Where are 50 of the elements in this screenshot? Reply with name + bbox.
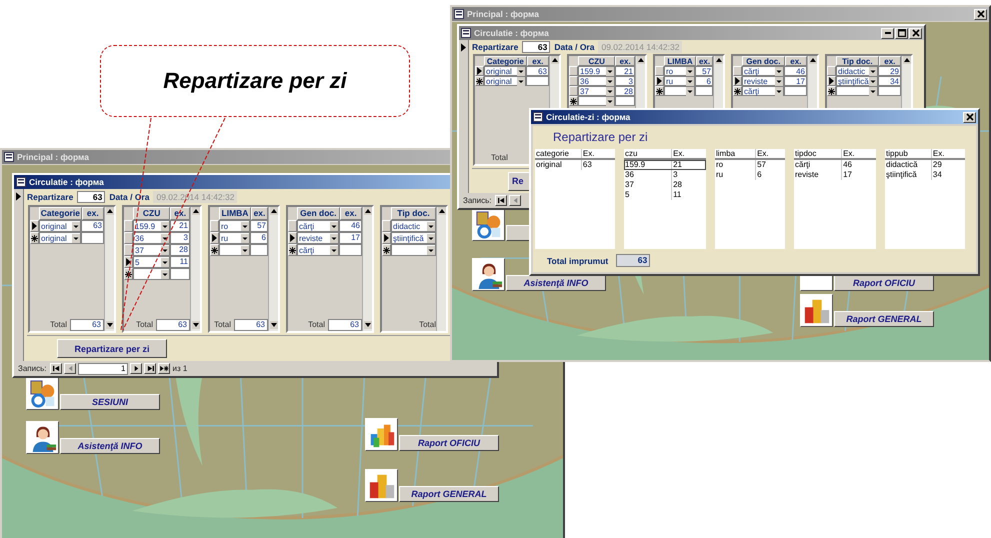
column-header: ex. <box>251 207 268 220</box>
navigation-label: Запись: <box>18 364 46 373</box>
column-header: Ex. <box>672 149 686 158</box>
window-title: Principal : форма <box>467 9 539 19</box>
column-header: ex. <box>615 56 635 66</box>
total-label: Total <box>50 320 67 329</box>
column-header: Ex. <box>932 149 946 158</box>
window-title: Circulatie-zi : форма <box>546 112 630 122</box>
column-header: czu <box>624 149 672 158</box>
column-header: Ex. <box>582 149 596 158</box>
column-header: ex. <box>696 56 713 66</box>
column-header: Gen doc. <box>742 56 785 66</box>
callout-bubble: Repartizare per zi <box>100 45 410 117</box>
column-header: ex. <box>526 56 549 66</box>
window-title: Circulatie : форма <box>29 177 104 187</box>
field-label: Repartizare <box>472 42 518 52</box>
column-header: Ex. <box>842 149 856 158</box>
column-header: ex. <box>878 56 901 66</box>
total-label: Total imprumut <box>547 256 608 266</box>
form-heading: Repartizare per zi <box>552 130 649 146</box>
field-label: Repartizare <box>27 192 74 202</box>
column-header: categorie <box>535 149 582 158</box>
column-header: limba <box>715 149 756 158</box>
column-header: Categorie <box>39 207 82 220</box>
column-header: ex. <box>784 56 807 66</box>
total-label: Total <box>214 320 231 329</box>
field-label: Data / Ora <box>554 42 594 52</box>
navigation-label: Запись: <box>463 196 492 205</box>
window-title: Principal : форма <box>17 152 89 162</box>
column-header: LIMBA <box>664 56 696 66</box>
column-header: Tip doc. <box>391 207 436 220</box>
column-header: Tip doc. <box>836 56 879 66</box>
column-header: ex. <box>82 207 104 220</box>
column-header: Ex. <box>756 149 770 158</box>
column-header: LIMBA <box>219 207 251 220</box>
column-header: tippub <box>885 149 932 158</box>
column-header: Gen doc. <box>297 207 340 220</box>
column-header: ex. <box>170 207 190 220</box>
column-header: ex. <box>340 207 362 220</box>
column-header: tipdoc <box>794 149 842 158</box>
total-label: Total <box>419 320 436 329</box>
field-label: Data / Ora <box>109 192 150 202</box>
record-count: из 1 <box>172 364 188 373</box>
window-title: Circulatie : форма <box>474 28 549 38</box>
column-header: CZU <box>133 207 170 220</box>
column-header: CZU <box>578 56 616 66</box>
total-label: Total <box>308 320 325 329</box>
column-header: Categorie <box>484 56 527 66</box>
total-label: Total <box>491 153 508 162</box>
total-label: Total <box>136 320 153 329</box>
